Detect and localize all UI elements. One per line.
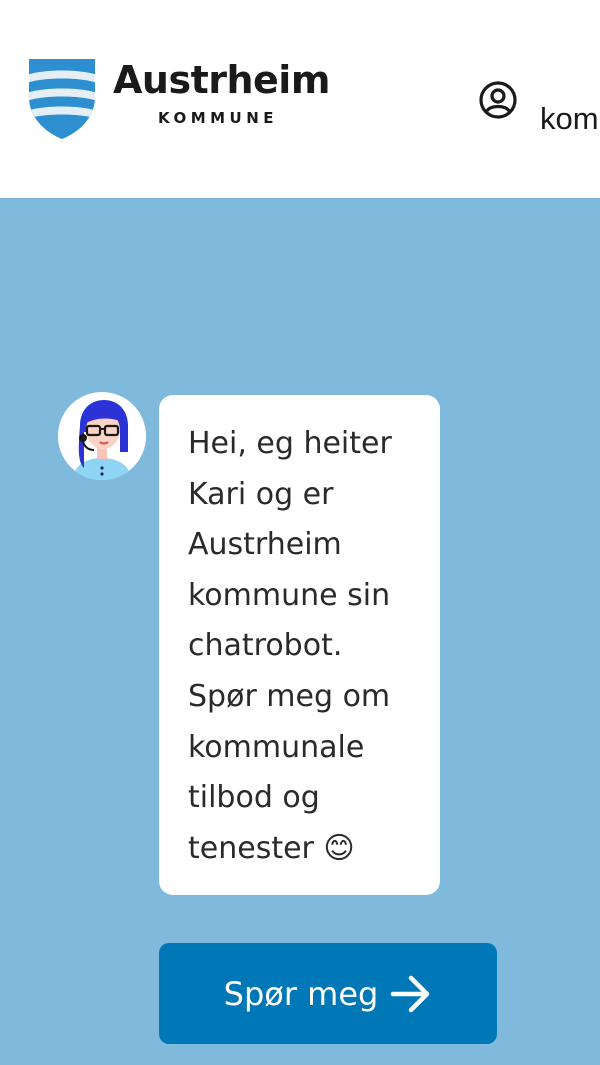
- ask-me-button-label: Spør meg: [223, 974, 379, 1013]
- ask-me-button[interactable]: Spør meg: [159, 943, 497, 1044]
- brand-title[interactable]: Austrheim: [113, 58, 330, 102]
- chat-message-bubble: Hei, eg heiter Kari og er Austrheim komm…: [159, 395, 440, 895]
- brand-subtitle: KOMMUNE: [158, 109, 279, 127]
- greeting-line: tenester 😊: [188, 830, 355, 866]
- greeting-line: kommunale: [188, 729, 365, 765]
- greeting-line: chatrobot.: [188, 628, 343, 664]
- greeting-line: Hei, eg heiter: [188, 426, 392, 461]
- user-circle-icon[interactable]: [478, 80, 518, 120]
- greeting-line: Austrheim: [188, 527, 342, 563]
- greeting-line: Spør meg om: [188, 678, 391, 714]
- austrheim-coat-of-arms-icon[interactable]: [27, 57, 97, 141]
- chatbot-kari-avatar-icon: [58, 392, 146, 480]
- arrow-right-icon: [391, 975, 430, 1012]
- greeting-line: tilbod og: [188, 780, 320, 816]
- greeting-line: kommune sin: [188, 577, 391, 613]
- user-menu-link[interactable]: kom: [540, 101, 599, 137]
- chat-greeting-text: Hei, eg heiter Kari og er Austrheim komm…: [188, 419, 424, 874]
- site-header: Austrheim KOMMUNE kom: [0, 0, 600, 198]
- greeting-line: Kari og er: [188, 476, 334, 512]
